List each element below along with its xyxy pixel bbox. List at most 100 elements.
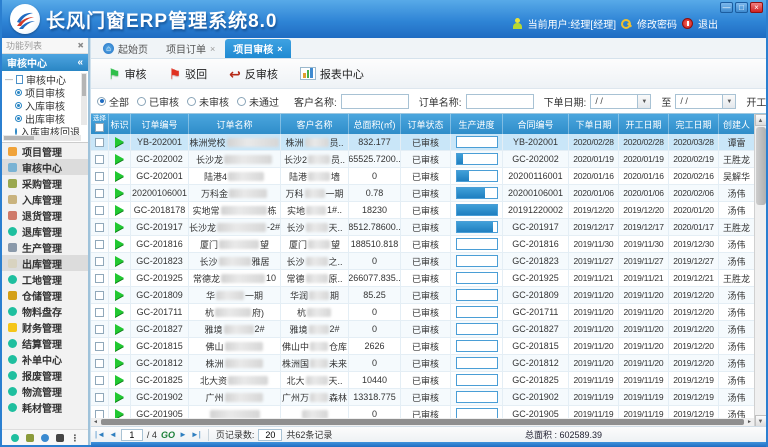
toolbar-button[interactable]: ↩反审核 (220, 62, 287, 86)
tab-active[interactable]: 项目审核× (225, 39, 290, 58)
last-page-button[interactable]: ►| (191, 430, 201, 439)
more-icon[interactable]: ⋮ (71, 434, 80, 442)
toolbar-button[interactable]: ⚑驳回 (160, 62, 217, 86)
collapse-icon[interactable]: « (77, 57, 83, 68)
next-page-button[interactable]: ► (179, 430, 187, 439)
tree-vertical-scrollbar[interactable] (81, 73, 87, 125)
row-checkbox[interactable] (95, 325, 104, 334)
column-header[interactable]: 客户名称 (281, 114, 349, 134)
table-row[interactable]: 20200106001万科金万科一期0.78已审核202001060012020… (91, 185, 766, 202)
customer-name-input[interactable] (341, 94, 409, 109)
table-row[interactable]: GC-201809华一期华润期85.25已审核GC-2018092019/11/… (91, 287, 766, 304)
row-checkbox[interactable] (95, 308, 104, 317)
sidebar-item[interactable]: 出库管理 (2, 255, 88, 271)
sidebar-item[interactable]: 审核中心 (2, 159, 88, 175)
sidebar-item[interactable]: 项目管理 (2, 143, 88, 159)
order-date-end-input[interactable]: / / (675, 94, 723, 109)
pin-icon[interactable]: ✚ (75, 40, 86, 51)
radio-label[interactable]: 未通过 (249, 94, 279, 109)
sidebar-item[interactable]: 工地管理 (2, 271, 88, 287)
page-size-input[interactable] (258, 429, 282, 441)
radio-label[interactable]: 未审核 (199, 94, 229, 109)
leaf-icon[interactable] (41, 434, 49, 442)
table-row[interactable]: GC-201823长沙雅居长沙之..0已审核GC-2018232019/11/2… (91, 253, 766, 270)
sidebar-item[interactable]: 结算管理 (2, 335, 88, 351)
radio-option[interactable] (237, 97, 246, 106)
row-checkbox[interactable] (95, 240, 104, 249)
radio-option[interactable] (187, 97, 196, 106)
table-row[interactable]: GC-201825北大资北大天..10440已审核GC-2018252019/1… (91, 372, 766, 389)
tab-item[interactable]: 项目订单× (158, 39, 223, 58)
table-row[interactable]: GC-201917长沙龙-2#长沙天..8512.78600..已审核GC-20… (91, 219, 766, 236)
table-row[interactable]: GC-201812株洲株洲国未来0已审核GC-2018122019/11/202… (91, 355, 766, 372)
tab-item[interactable]: ⌂起始页 (95, 39, 156, 58)
radio-selected[interactable] (97, 97, 106, 106)
maximize-button[interactable]: □ (735, 2, 748, 13)
tab-close-icon[interactable]: × (277, 44, 282, 54)
order-date-input[interactable]: / / (590, 94, 638, 109)
tab-close-icon[interactable]: × (210, 44, 215, 54)
sidebar-item[interactable]: 补单中心 (2, 351, 88, 367)
tree-horizontal-scrollbar[interactable] (3, 135, 81, 141)
table-row[interactable]: GC-201827雅境2#雅境2#0已审核GC-2018272019/11/20… (91, 321, 766, 338)
sidebar-item[interactable]: 采购管理 (2, 175, 88, 191)
column-header[interactable]: 标识 (109, 114, 131, 134)
sidebar-item[interactable]: 报废管理 (2, 367, 88, 383)
sidebar-item[interactable]: 入库管理 (2, 191, 88, 207)
row-checkbox[interactable] (95, 393, 104, 402)
radio-option[interactable] (137, 97, 146, 106)
row-checkbox[interactable] (95, 138, 104, 147)
table-row[interactable]: GC-201711杭府)杭0已审核GC-2017112019/11/202019… (91, 304, 766, 321)
sidebar-section-header[interactable]: 审核中心 « (2, 54, 88, 71)
order-name-input[interactable] (466, 94, 534, 109)
sidebar-item[interactable]: 退库管理 (2, 223, 88, 239)
row-checkbox[interactable] (95, 257, 104, 266)
column-header[interactable]: 订单状态 (401, 114, 451, 134)
prev-page-button[interactable]: ◄ (109, 430, 117, 439)
page-number-input[interactable] (121, 429, 143, 441)
table-row[interactable]: GC-201815佛山佛山中仓库2626已审核GC-2018152019/11/… (91, 338, 766, 355)
table-row[interactable]: GC-202001陆港4陆港墙0已审核202001160012020/01/16… (91, 168, 766, 185)
grid-horizontal-scrollbar[interactable]: ◄ ► (91, 418, 754, 426)
book-icon[interactable] (56, 434, 64, 442)
report-center-button[interactable]: 报表中心 (291, 62, 373, 86)
column-header[interactable]: 下单日期 (569, 114, 619, 134)
table-row[interactable]: YB-202001株洲党校株洲员..832.177已审核YB-202001202… (91, 134, 766, 151)
calendar-dropdown-icon[interactable]: ▼ (723, 94, 736, 109)
change-password-link[interactable]: 修改密码 (637, 16, 677, 31)
row-checkbox[interactable] (95, 223, 104, 232)
vertical-scroll-thumb[interactable] (756, 127, 766, 205)
table-row[interactable]: GC-2018178实地常栋实地1#..18230已审核201912200022… (91, 202, 766, 219)
logout-link[interactable]: 退出 (698, 16, 718, 31)
column-header[interactable]: 创建人 (719, 114, 755, 134)
column-header[interactable]: 订单名称 (189, 114, 281, 134)
first-page-button[interactable]: |◄ (95, 430, 105, 439)
grid-vertical-scrollbar[interactable]: ▲ ▼ (754, 114, 766, 426)
dot-icon[interactable] (11, 434, 19, 442)
scroll-down-icon[interactable]: ▼ (755, 415, 767, 426)
column-header[interactable]: 开工日期 (619, 114, 669, 134)
row-checkbox[interactable] (95, 359, 104, 368)
column-header[interactable]: 合同编号 (503, 114, 569, 134)
column-header[interactable]: 完工日期 (669, 114, 719, 134)
close-button[interactable]: × (750, 2, 763, 13)
go-button[interactable]: GO (161, 430, 175, 440)
sidebar-item[interactable]: 耗材管理 (2, 399, 88, 415)
toolbar-button[interactable]: ⚑审核 (99, 62, 156, 86)
sidebar-item[interactable]: 退货管理 (2, 207, 88, 223)
horizontal-scroll-thumb[interactable] (101, 419, 744, 425)
row-checkbox[interactable] (95, 172, 104, 181)
row-checkbox[interactable] (95, 342, 104, 351)
minimize-button[interactable]: — (720, 2, 733, 13)
sidebar-item[interactable]: 仓储管理 (2, 287, 88, 303)
row-checkbox[interactable] (95, 206, 104, 215)
table-row[interactable]: GC-201902广州广州万森林13318.775已审核GC-201902201… (91, 389, 766, 406)
table-row[interactable]: GC-201925常德龙10常德原..266077.835..已审核GC-201… (91, 270, 766, 287)
row-checkbox[interactable] (95, 189, 104, 198)
column-header[interactable]: 总面积(㎡) (349, 114, 401, 134)
radio-label[interactable]: 已审核 (149, 94, 179, 109)
table-row[interactable]: GC-201816厦门望厦门望188510.818已审核GC-201816201… (91, 236, 766, 253)
row-checkbox[interactable] (95, 376, 104, 385)
scroll-up-icon[interactable]: ▲ (755, 114, 767, 126)
column-header[interactable]: 订单编号 (131, 114, 189, 134)
